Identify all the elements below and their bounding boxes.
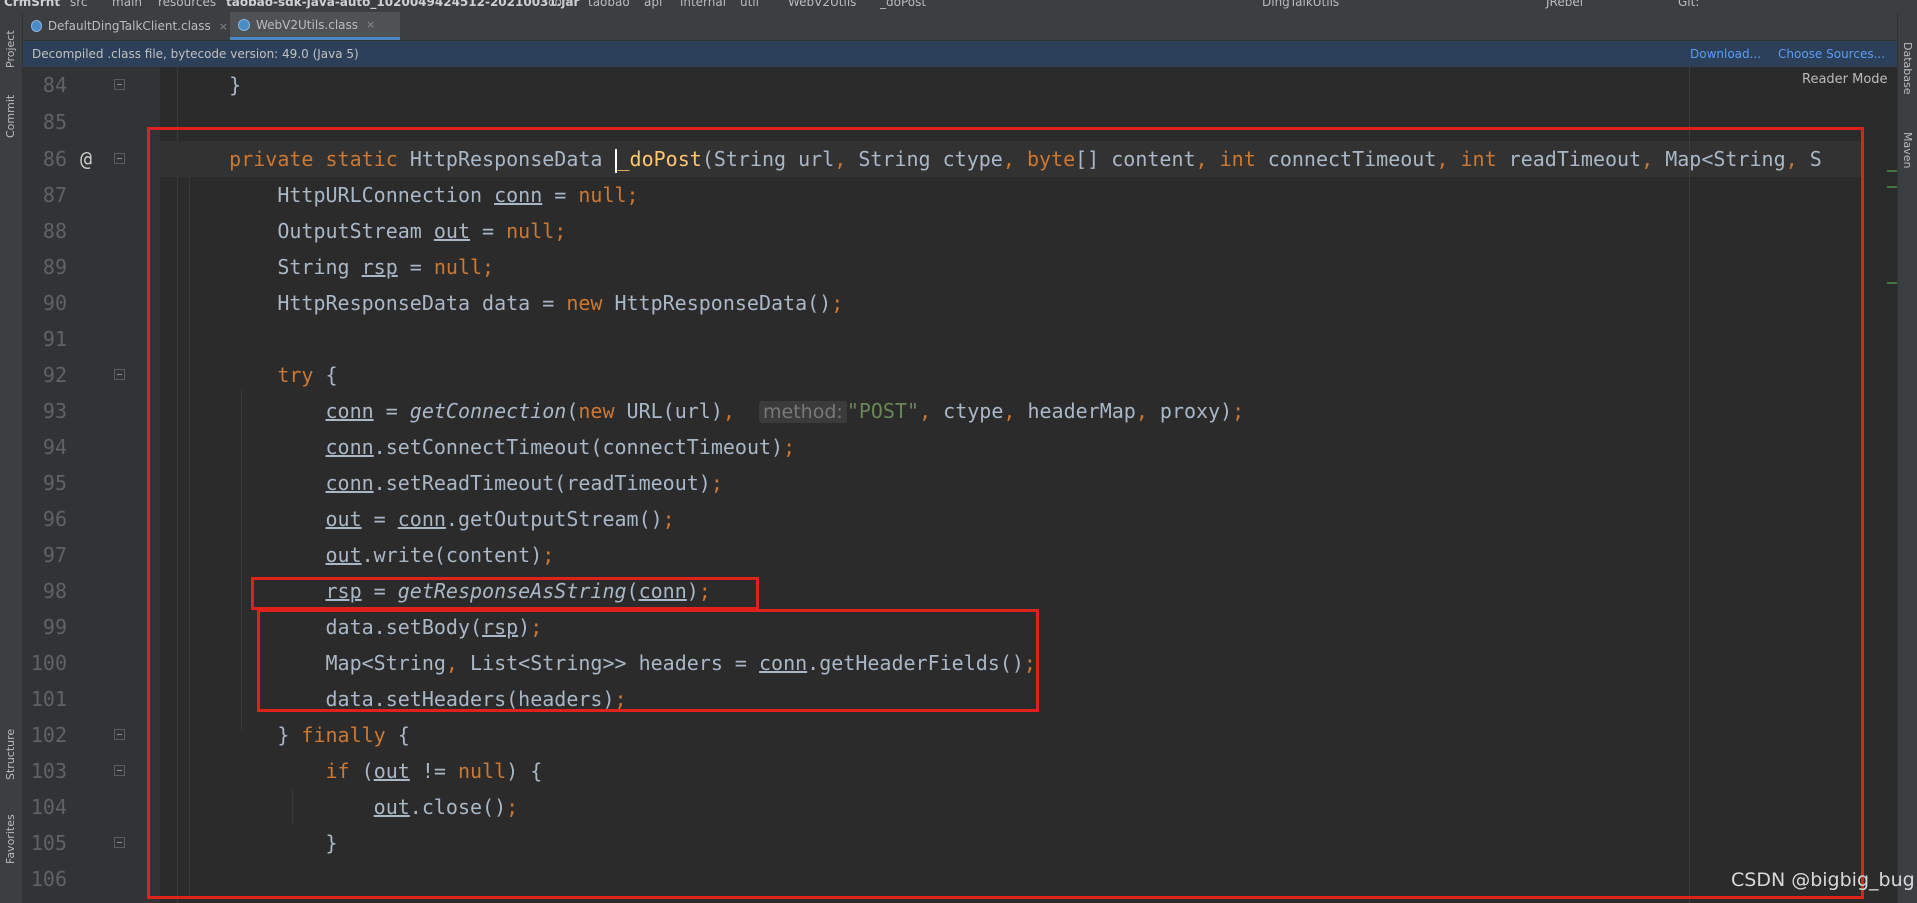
fold-icon[interactable] — [114, 729, 125, 740]
breadcrumb-util[interactable]: util — [740, 0, 759, 9]
download-link[interactable]: Download... — [1690, 47, 1761, 61]
line-number: 91 — [42, 327, 67, 351]
line-number: 106 — [30, 867, 67, 891]
annotation-box-method — [147, 127, 1864, 899]
tab-default-dingtalk-client[interactable]: DefaultDingTalkClient.class × — [23, 12, 228, 40]
breadcrumb-method[interactable]: _doPost — [880, 0, 926, 9]
breadcrumb-resources[interactable]: resources — [158, 0, 216, 9]
right-tool-strip: Database Maven — [1897, 12, 1917, 903]
run-config-select[interactable]: DingTalkUtils — [1262, 0, 1339, 9]
line-number: 86 — [42, 147, 67, 171]
line-number: 96 — [42, 507, 67, 531]
closing-brace: } — [229, 73, 242, 97]
navigation-bar: CrmSrnt src main resources taobao-sdk-ja… — [0, 0, 1917, 12]
line-number: 89 — [42, 255, 67, 279]
line-number: 98 — [42, 579, 67, 603]
tool-structure[interactable]: Structure — [4, 729, 17, 780]
line-number: 88 — [42, 219, 67, 243]
choose-sources-link[interactable]: Choose Sources... — [1778, 47, 1885, 61]
tab-webv2utils[interactable]: WebV2Utils.class × — [230, 12, 400, 40]
editor-tabs: DefaultDingTalkClient.class × WebV2Utils… — [23, 12, 1897, 41]
tab-label: WebV2Utils.class — [256, 17, 359, 32]
line-number: 92 — [42, 363, 67, 387]
class-file-icon — [31, 20, 42, 32]
annotation-box-headers — [257, 609, 1039, 712]
fold-icon[interactable] — [114, 369, 125, 380]
class-file-icon — [238, 18, 250, 31]
tool-commit[interactable]: Commit — [4, 95, 17, 138]
line-number: 104 — [30, 795, 67, 819]
tool-favorites[interactable]: Favorites — [4, 814, 17, 864]
breadcrumb-class[interactable]: WebV2Utils — [788, 0, 856, 9]
reader-mode-button[interactable]: Reader Mode — [1802, 72, 1888, 87]
line-number: 93 — [42, 399, 67, 423]
line-number: 85 — [42, 110, 67, 134]
fold-icon[interactable] — [114, 79, 125, 90]
scrollbar-marker[interactable] — [1887, 186, 1897, 188]
breadcrumb-main[interactable]: main — [112, 0, 142, 9]
fold-icon[interactable] — [114, 765, 125, 776]
jrebel-select[interactable]: JRebel — [1546, 0, 1583, 9]
breadcrumb-internal[interactable]: internal — [680, 0, 726, 9]
line-number: 99 — [42, 615, 67, 639]
line-number: 101 — [30, 687, 67, 711]
line-number: 84 — [42, 73, 67, 97]
breadcrumb-jar[interactable]: taobao-sdk-java-auto_1020049424512-20210… — [226, 0, 579, 9]
tool-maven[interactable]: Maven — [1901, 132, 1914, 168]
line-number: 102 — [30, 723, 67, 747]
left-tool-strip: Project Commit Structure Favorites — [0, 12, 23, 903]
git-label: Git: — [1678, 0, 1700, 9]
banner-message: Decompiled .class file, bytecode version… — [32, 47, 359, 61]
line-number: 94 — [42, 435, 67, 459]
line-number: 87 — [42, 183, 67, 207]
line-number: 97 — [42, 543, 67, 567]
line-number: 105 — [30, 831, 67, 855]
code-line-84[interactable]: } — [181, 67, 241, 103]
scrollbar-marker[interactable] — [1887, 282, 1897, 284]
line-number: 90 — [42, 291, 67, 315]
close-icon[interactable]: × — [219, 20, 228, 33]
line-number: 95 — [42, 471, 67, 495]
tool-project[interactable]: Project — [4, 30, 17, 68]
breadcrumb-api[interactable]: api — [644, 0, 662, 9]
breadcrumb-src[interactable]: src — [70, 0, 88, 9]
decompiled-banner: Decompiled .class file, bytecode version… — [23, 41, 1897, 67]
breadcrumb-taobao[interactable]: taobao — [588, 0, 630, 9]
override-icon[interactable]: @ — [80, 141, 92, 177]
breadcrumb-com[interactable]: com — [548, 0, 574, 9]
close-icon[interactable]: × — [366, 18, 375, 31]
watermark-text: CSDN @bigbig_bug — [1731, 869, 1915, 891]
line-number: 100 — [30, 651, 67, 675]
annotation-box-response — [251, 577, 759, 610]
fold-icon[interactable] — [114, 153, 125, 164]
fold-icon[interactable] — [114, 837, 125, 848]
breadcrumb-project[interactable]: CrmSrnt — [4, 0, 60, 9]
scrollbar-marker[interactable] — [1887, 170, 1897, 172]
line-number: 103 — [30, 759, 67, 783]
tab-label: DefaultDingTalkClient.class — [47, 19, 211, 33]
tool-database[interactable]: Database — [1901, 42, 1914, 95]
